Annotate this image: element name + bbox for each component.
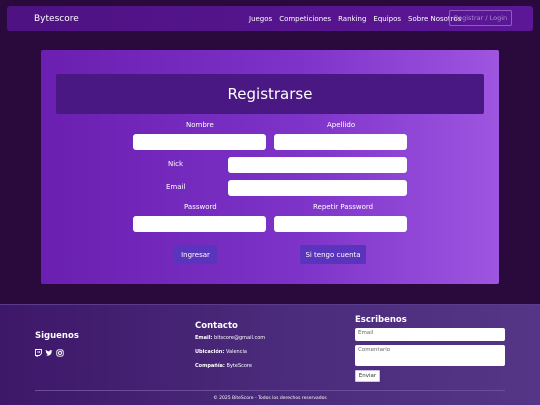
register-title: Registrarse [56, 74, 484, 114]
apellido-label: Apellido [327, 121, 356, 129]
contact-title: Contacto [195, 321, 238, 331]
social-icons [35, 349, 64, 359]
nav-link-equipos[interactable]: Equipos [373, 15, 401, 23]
repeat-password-input[interactable] [274, 216, 407, 232]
email-input[interactable] [228, 180, 407, 196]
write-title: Escribenos [355, 315, 407, 325]
contact-email: Email: bitscore@gmail.com [195, 335, 265, 341]
nick-label: Nick [168, 160, 184, 168]
nav-link-ranking[interactable]: Ranking [338, 15, 366, 23]
has-account-button[interactable]: Si tengo cuenta [300, 245, 366, 264]
instagram-icon[interactable] [56, 349, 64, 359]
twitter-icon[interactable] [45, 349, 53, 359]
contact-company-label: Compañía: [195, 363, 225, 369]
footer-comment-input[interactable]: Comentario [355, 345, 505, 366]
footer-divider [35, 390, 505, 391]
contact-location-value: Valencia [225, 349, 247, 355]
contact-email-label: Email: [195, 335, 213, 341]
nick-input[interactable] [228, 157, 407, 173]
nav-link-juegos[interactable]: Juegos [249, 15, 272, 23]
contact-email-value: bitscore@gmail.com [214, 335, 266, 341]
footer-email-input[interactable]: Email [355, 328, 505, 341]
email-label: Email [166, 183, 186, 191]
contact-company: Compañía: ByteScore [195, 363, 252, 369]
nombre-input[interactable] [133, 134, 266, 150]
repeat-password-label: Repetir Password [313, 203, 374, 211]
contact-company-value: ByteScore [226, 363, 252, 369]
navbar: Bytescore Juegos Competiciones Ranking E… [7, 6, 533, 31]
password-label: Password [184, 203, 217, 211]
twitch-icon[interactable] [35, 349, 42, 359]
contact-location: Ubicación: Valencia [195, 349, 247, 355]
nav-link-competiciones[interactable]: Competiciones [279, 15, 331, 23]
brand-logo[interactable]: Bytescore [34, 14, 79, 24]
nombre-label: Nombre [186, 121, 214, 129]
send-button[interactable]: Enviar [355, 370, 380, 382]
apellido-input[interactable] [274, 134, 407, 150]
password-input[interactable] [133, 216, 266, 232]
contact-location-label: Ubicación: [195, 349, 225, 355]
login-button[interactable]: Registrar / Login [449, 10, 512, 26]
submit-button[interactable]: Ingresar [174, 245, 217, 264]
nav-links: Juegos Competiciones Ranking Equipos Sob… [249, 15, 461, 23]
copyright: © 2025 BiteScore - Todos los derechos re… [213, 396, 327, 401]
follow-title: Siguenos [35, 331, 79, 341]
